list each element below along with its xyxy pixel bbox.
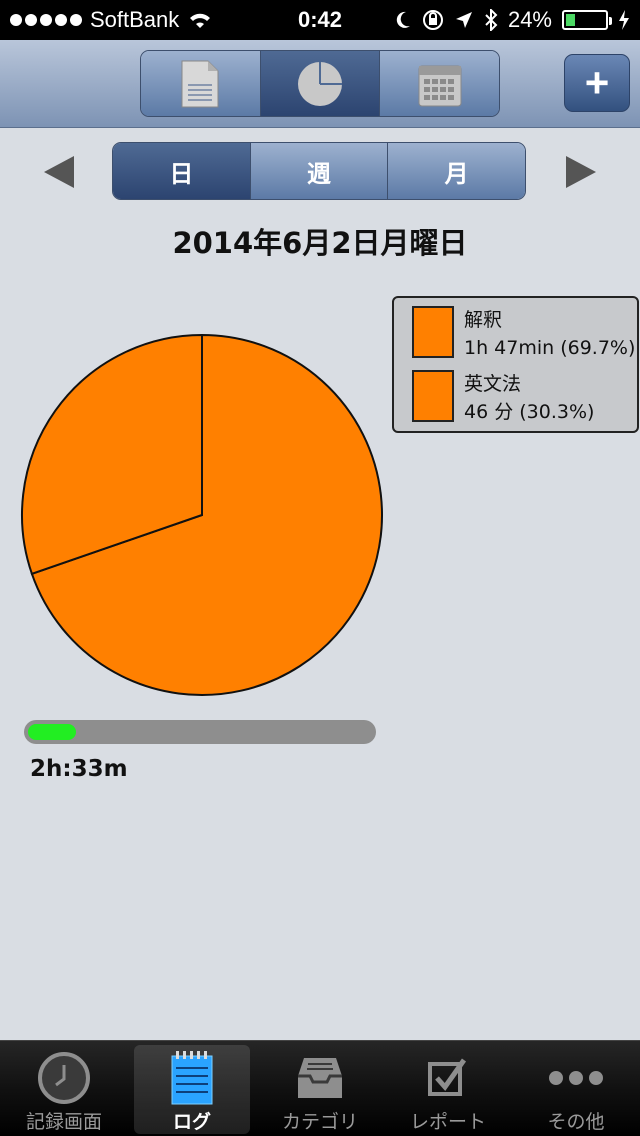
- period-selector: 日 週 月: [112, 142, 526, 200]
- legend-value: 46 分 (30.3%): [464, 401, 595, 423]
- battery-percent: 24%: [507, 7, 552, 32]
- inbox-tray-icon: [298, 1058, 342, 1098]
- next-arrow-icon[interactable]: [566, 156, 596, 188]
- view-list-button[interactable]: [141, 51, 261, 116]
- rotation-lock-icon: [422, 10, 443, 30]
- view-switcher: [140, 50, 500, 117]
- pie-chart: [21, 333, 383, 696]
- period-tab-week[interactable]: 週: [250, 143, 389, 199]
- tab-record[interactable]: 記録画面: [0, 1041, 128, 1136]
- notepad-icon: [171, 1051, 213, 1105]
- previous-arrow-icon[interactable]: [44, 156, 74, 188]
- legend-label: 解釈: [464, 309, 503, 331]
- battery-icon: [562, 10, 612, 30]
- tab-report[interactable]: レポート: [384, 1041, 512, 1136]
- tab-label: カテゴリ: [281, 1111, 358, 1133]
- view-calendar-button[interactable]: [380, 51, 499, 116]
- tab-label: その他: [547, 1111, 605, 1133]
- legend-item: 英文法 46 分 (30.3%): [412, 370, 594, 426]
- status-bar: SoftBank 0:42 24%: [0, 0, 640, 40]
- clock-icon: [38, 1052, 90, 1104]
- moon-icon: [396, 11, 410, 28]
- bluetooth-icon: [485, 9, 498, 31]
- navigation-bar: +: [0, 40, 640, 128]
- tab-label: 記録画面: [25, 1111, 102, 1133]
- add-button[interactable]: +: [564, 54, 630, 112]
- tab-category[interactable]: カテゴリ: [256, 1041, 384, 1136]
- progress-fill: [28, 724, 77, 740]
- tab-log[interactable]: ログ: [128, 1041, 256, 1136]
- legend-value: 1h 47min (69.7%): [464, 337, 636, 359]
- document-icon: [181, 60, 219, 107]
- pie-chart-icon: [298, 61, 342, 106]
- legend-swatch: [412, 370, 454, 422]
- checkbox-icon: [428, 1058, 467, 1096]
- progress-bar: [24, 720, 376, 744]
- tab-more[interactable]: その他: [512, 1041, 640, 1136]
- legend-swatch: [412, 306, 454, 358]
- tab-label: ログ: [172, 1111, 211, 1133]
- total-time: 2h:33m: [30, 756, 128, 782]
- tab-bar: 記録画面 ログ カテゴリ レポート その他: [0, 1040, 640, 1136]
- chart-legend: 解釈 1h 47min (69.7%) 英文法 46 分 (30.3%): [392, 296, 639, 433]
- more-dots-icon: [549, 1071, 603, 1085]
- location-arrow-icon: [455, 12, 472, 28]
- legend-label: 英文法: [464, 373, 522, 395]
- tab-label: レポート: [409, 1111, 486, 1133]
- date-title: 2014年6月2日月曜日: [172, 226, 468, 260]
- legend-item: 解釈 1h 47min (69.7%): [412, 306, 635, 362]
- period-tab-month[interactable]: 月: [388, 143, 525, 199]
- period-tab-day[interactable]: 日: [113, 143, 251, 199]
- charging-bolt-icon: [619, 10, 629, 30]
- view-chart-button[interactable]: [260, 51, 381, 116]
- calendar-icon: [418, 65, 462, 106]
